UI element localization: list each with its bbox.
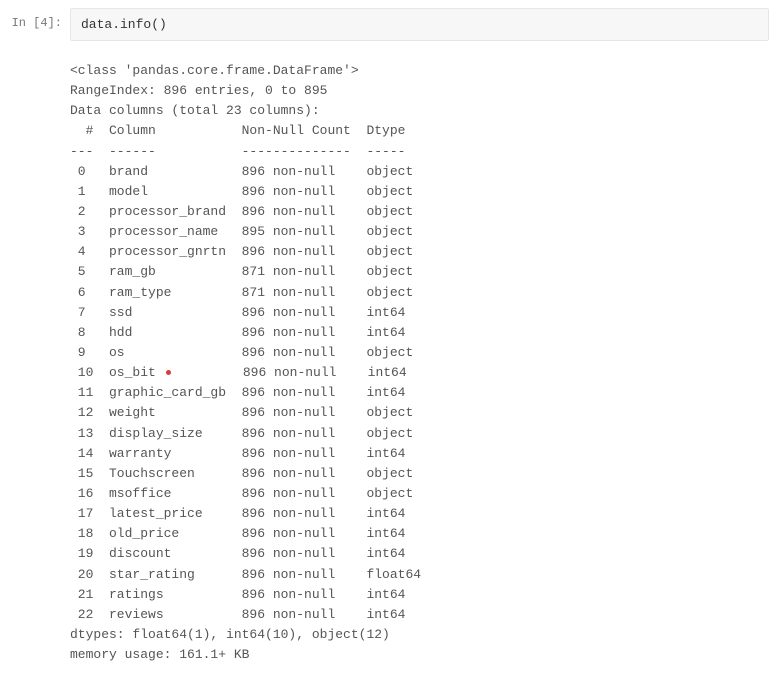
info-row: 21 ratings 896 non-null int64: [70, 587, 405, 602]
info-row: 22 reviews 896 non-null int64: [70, 607, 405, 622]
info-row: 20 star_rating 896 non-null float64: [70, 567, 421, 582]
info-row: 17 latest_price 896 non-null int64: [70, 506, 405, 521]
info-row: 3 processor_name 895 non-null object: [70, 224, 413, 239]
input-cell: In [4]: data.info(): [8, 8, 769, 41]
output-prompt: [8, 61, 70, 665]
info-row: 6 ram_type 871 non-null object: [70, 285, 413, 300]
info-row: 2 processor_brand 896 non-null object: [70, 204, 413, 219]
info-row: 13 display_size 896 non-null object: [70, 426, 413, 441]
output-cell: <class 'pandas.core.frame.DataFrame'> Ra…: [8, 61, 769, 665]
info-row: 18 old_price 896 non-null int64: [70, 526, 405, 541]
info-row: 0 brand 896 non-null object: [70, 164, 413, 179]
info-row: 14 warranty 896 non-null int64: [70, 446, 405, 461]
code-text: data.info(): [81, 17, 167, 32]
info-row: 9 os 896 non-null object: [70, 345, 413, 360]
cursor-dot-icon: [166, 370, 171, 375]
output-text: <class 'pandas.core.frame.DataFrame'> Ra…: [70, 61, 769, 665]
code-input[interactable]: data.info(): [70, 8, 769, 41]
input-prompt: In [4]:: [8, 8, 70, 41]
info-row: 4 processor_gnrtn 896 non-null object: [70, 244, 413, 259]
info-row: 12 weight 896 non-null object: [70, 405, 413, 420]
info-row: 10 os_bit 896 non-null int64: [70, 365, 407, 380]
info-row: 5 ram_gb 871 non-null object: [70, 264, 413, 279]
info-row: 19 discount 896 non-null int64: [70, 546, 405, 561]
info-row: 8 hdd 896 non-null int64: [70, 325, 405, 340]
info-row: 15 Touchscreen 896 non-null object: [70, 466, 413, 481]
info-row: 1 model 896 non-null object: [70, 184, 413, 199]
info-row: 16 msoffice 896 non-null object: [70, 486, 413, 501]
info-row: 7 ssd 896 non-null int64: [70, 305, 405, 320]
info-row: 11 graphic_card_gb 896 non-null int64: [70, 385, 405, 400]
